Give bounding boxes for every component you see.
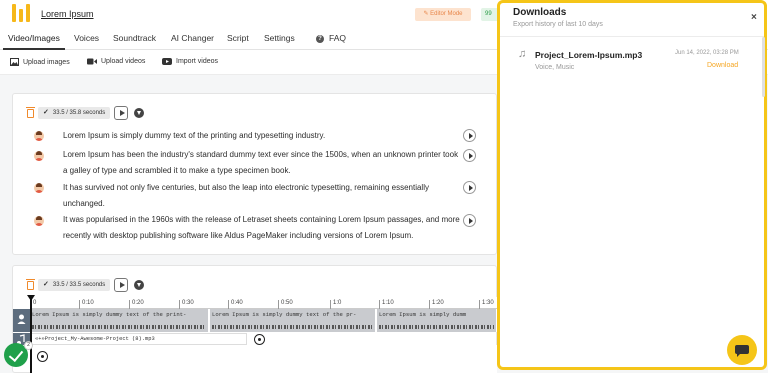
tab-settings[interactable]: Settings bbox=[264, 33, 295, 43]
voice-clip[interactable]: Lorem Ipsum is simply dummy text of the … bbox=[30, 309, 209, 332]
timeline-tick: 0:30 bbox=[179, 300, 194, 309]
music-file-icon: ♫ bbox=[518, 48, 527, 60]
timeline-tick: 0:20 bbox=[129, 300, 144, 309]
trash-icon[interactable] bbox=[26, 278, 35, 290]
clip-text: Lorem Ipsum is simply dummy text of the … bbox=[32, 311, 187, 318]
timeline-tick: 0:10 bbox=[79, 300, 94, 309]
import-videos-button[interactable]: Import videos bbox=[162, 58, 218, 65]
scene-card: ✓ 33.5 / 35.8 seconds Lorem Ipsum is simp… bbox=[12, 93, 497, 255]
tab-voices[interactable]: Voices bbox=[74, 33, 99, 43]
help-icon[interactable]: ? bbox=[316, 35, 324, 43]
tab-video-images[interactable]: Video/Images bbox=[8, 33, 60, 43]
waveform bbox=[212, 325, 373, 329]
play-scene-button[interactable] bbox=[114, 278, 129, 292]
voice-clip[interactable]: Lorem Ipsum is simply dumm bbox=[377, 309, 497, 332]
import-videos-label: Import videos bbox=[176, 58, 219, 65]
app-logo[interactable] bbox=[12, 4, 30, 22]
upload-videos-button[interactable]: Upload videos bbox=[87, 58, 145, 65]
scene-controls: ✓ 33.5 / 33.5 seconds bbox=[26, 278, 145, 292]
timeline-empty-track bbox=[30, 345, 497, 373]
audio-clip[interactable]: «+»Project_My-Awesome-Project (8).mp3 bbox=[30, 333, 247, 345]
upload-images-label: Upload images bbox=[23, 58, 70, 66]
play-paragraph-button[interactable] bbox=[463, 149, 476, 162]
play-paragraph-button[interactable] bbox=[463, 181, 476, 194]
timeline-tick: 0:40 bbox=[228, 300, 243, 309]
check-icon: ✓ bbox=[43, 281, 49, 288]
timeline-ruler[interactable]: 0 0:10 0:20 0:30 0:40 0:50 1:0 1:10 1:20… bbox=[30, 297, 497, 309]
waveform bbox=[32, 325, 206, 329]
tab-script[interactable]: Script bbox=[227, 33, 249, 43]
download-file-name: Project_Lorem-Ipsum.mp3 bbox=[535, 50, 643, 60]
image-icon bbox=[10, 58, 19, 66]
add-audio-icon[interactable] bbox=[254, 334, 265, 345]
clip-text: Lorem Ipsum is simply dummy text of the … bbox=[212, 311, 357, 318]
divider bbox=[500, 36, 764, 37]
tab-faq[interactable]: FAQ bbox=[329, 33, 346, 43]
timeline-tick: 1:0 bbox=[330, 300, 341, 309]
timeline-tick: 1:10 bbox=[379, 300, 394, 309]
voice-avatar[interactable] bbox=[34, 131, 44, 141]
upload-videos-label: Upload videos bbox=[101, 58, 146, 65]
download-file-date: Jun 14, 2022, 03:28 PM bbox=[675, 50, 739, 56]
download-icon[interactable] bbox=[134, 108, 145, 118]
panel-subtitle: Export history of last 10 days bbox=[513, 21, 603, 28]
person-icon bbox=[17, 314, 26, 324]
download-file-tags: Voice, Music bbox=[535, 64, 575, 71]
add-track-icon[interactable] bbox=[37, 351, 48, 362]
panel-title: Downloads bbox=[513, 7, 567, 18]
chat-icon[interactable] bbox=[727, 335, 757, 365]
play-scene-button[interactable] bbox=[114, 106, 129, 120]
check-icon: ✓ bbox=[43, 109, 49, 116]
waveform bbox=[379, 325, 494, 329]
notification-count: 2 bbox=[24, 341, 33, 350]
youtube-icon bbox=[162, 58, 172, 65]
downloads-panel: Downloads Export history of last 10 days… bbox=[497, 0, 767, 370]
clip-text: Lorem Ipsum is simply dumm bbox=[379, 311, 467, 318]
voice-clip[interactable]: Lorem Ipsum is simply dummy text of the … bbox=[210, 309, 376, 332]
scrollbar[interactable] bbox=[762, 37, 765, 97]
scene-controls: ✓ 33.5 / 35.8 seconds bbox=[26, 106, 145, 120]
upload-images-button[interactable]: Upload images bbox=[10, 58, 70, 66]
trash-icon[interactable] bbox=[26, 106, 35, 118]
script-paragraph[interactable]: Lorem Ipsum is simply dummy text of the … bbox=[63, 128, 463, 144]
app-root: Lorem Ipsum ✎ Editor Mode 99 Video/Image… bbox=[0, 0, 768, 373]
duration-badge: ✓ 33.5 / 33.5 seconds bbox=[38, 279, 111, 291]
download-icon[interactable] bbox=[134, 280, 145, 290]
tab-soundtrack[interactable]: Soundtrack bbox=[113, 33, 156, 43]
duration-text: 33.5 / 33.5 seconds bbox=[52, 282, 106, 288]
close-icon[interactable]: × bbox=[751, 12, 757, 23]
script-paragraph[interactable]: It has survived not only five centuries,… bbox=[63, 180, 463, 212]
play-paragraph-button[interactable] bbox=[463, 129, 476, 142]
project-title[interactable]: Lorem Ipsum bbox=[41, 9, 94, 19]
voice-avatar[interactable] bbox=[34, 151, 44, 161]
timeline-playhead[interactable] bbox=[27, 295, 35, 373]
timeline-tick: 1:20 bbox=[429, 300, 444, 309]
script-paragraph[interactable]: Lorem Ipsum has been the industry's stan… bbox=[63, 147, 463, 179]
duration-badge: ✓ 33.5 / 35.8 seconds bbox=[38, 107, 111, 119]
timeline: 0 0:10 0:20 0:30 0:40 0:50 1:0 1:10 1:20… bbox=[0, 295, 497, 373]
video-camera-icon bbox=[87, 58, 97, 65]
voice-track-header[interactable] bbox=[13, 309, 30, 332]
voice-avatar[interactable] bbox=[34, 216, 44, 226]
timeline-tick: 0:50 bbox=[278, 300, 293, 309]
script-paragraph[interactable]: It was popularised in the 1960s with the… bbox=[63, 212, 463, 244]
timeline-tick: 1:30 bbox=[479, 300, 494, 309]
duration-text: 33.5 / 35.8 seconds bbox=[52, 110, 106, 116]
tab-ai-changer[interactable]: AI Changer bbox=[171, 33, 214, 43]
editor-mode-badge[interactable]: ✎ Editor Mode bbox=[415, 8, 471, 21]
voice-avatar[interactable] bbox=[34, 183, 44, 193]
download-link[interactable]: Download bbox=[707, 62, 738, 69]
play-paragraph-button[interactable] bbox=[463, 214, 476, 227]
